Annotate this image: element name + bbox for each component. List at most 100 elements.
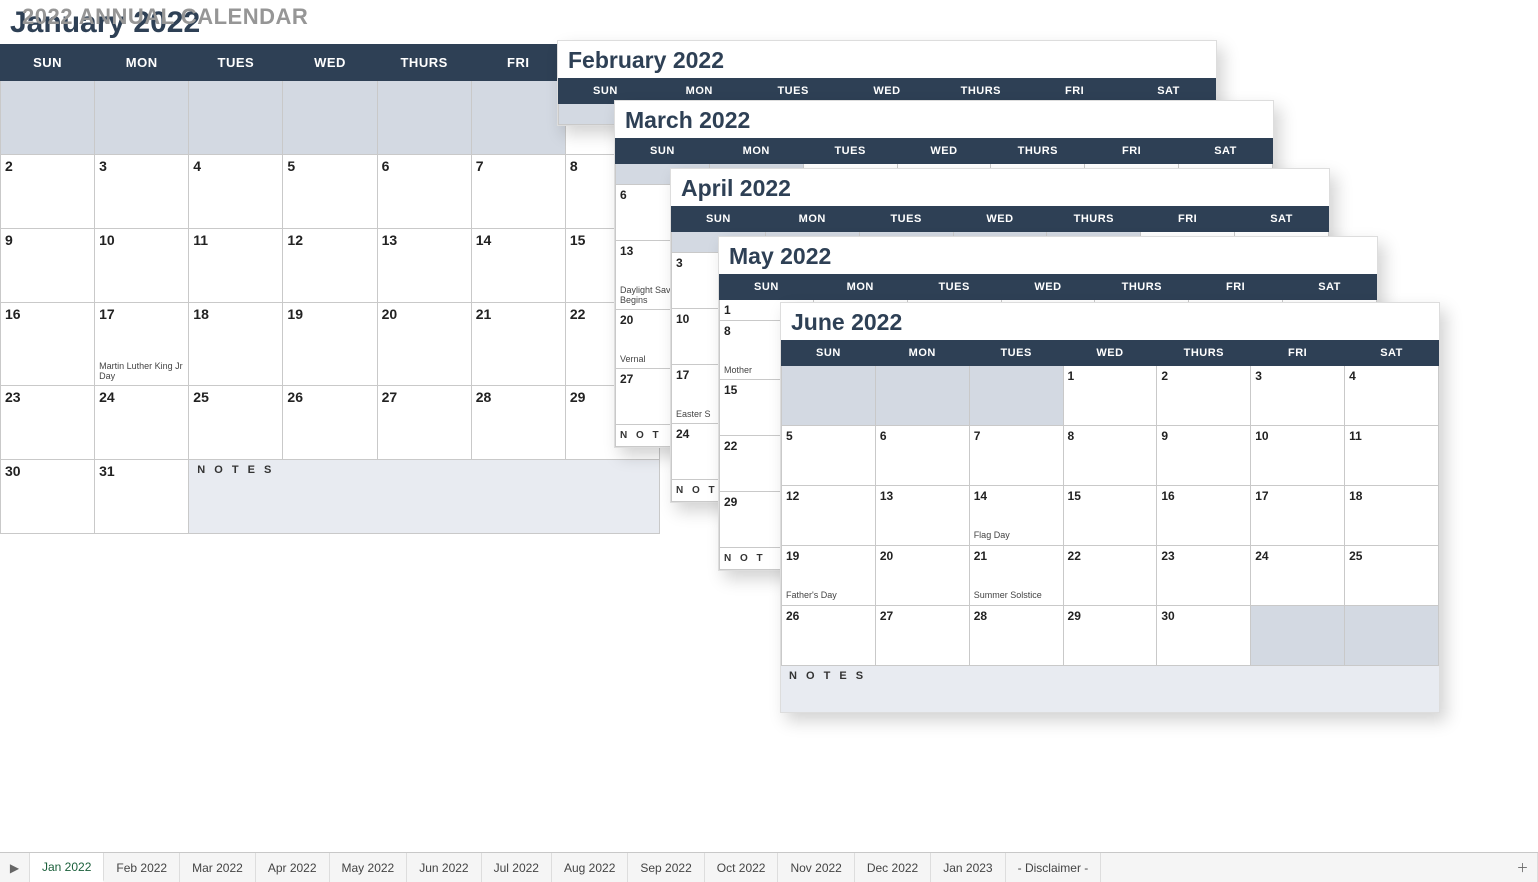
day-header: MON bbox=[765, 207, 859, 232]
calendar-cell: 17Martin Luther King Jr Day bbox=[95, 303, 189, 386]
calendar-cell: 26 bbox=[782, 606, 876, 666]
calendar-cell: 6 bbox=[875, 426, 969, 486]
calendar-cell: 13 bbox=[377, 229, 471, 303]
scroll-sheets-icon[interactable]: ▶ bbox=[0, 853, 30, 882]
day-header: WED bbox=[1001, 275, 1095, 300]
sheet-tab[interactable]: Jul 2022 bbox=[482, 853, 552, 882]
day-header: SUN bbox=[616, 139, 710, 164]
calendar-cell bbox=[471, 81, 565, 155]
calendar-cell: 10 bbox=[1251, 426, 1345, 486]
calendar-cell: 26 bbox=[283, 385, 377, 459]
sheet-tab[interactable]: Sep 2022 bbox=[628, 853, 704, 882]
calendar-cell: 12 bbox=[283, 229, 377, 303]
annual-title: 2022 ANNUAL CALENDAR bbox=[22, 4, 308, 30]
sheet-tab[interactable]: Mar 2022 bbox=[180, 853, 256, 882]
calendar-cell: 9 bbox=[1, 229, 95, 303]
calendar-cell bbox=[875, 366, 969, 426]
calendar-cell: 25 bbox=[189, 385, 283, 459]
calendar-cell: 16 bbox=[1, 303, 95, 386]
day-header: THURS bbox=[1047, 207, 1141, 232]
calendar-cell: 2 bbox=[1, 155, 95, 229]
calendar-cell bbox=[1345, 606, 1439, 666]
sheet-tab[interactable]: Aug 2022 bbox=[552, 853, 628, 882]
sheet-tab[interactable]: Feb 2022 bbox=[104, 853, 180, 882]
calendar-cell: 6 bbox=[377, 155, 471, 229]
calendar-cell: 22 bbox=[1063, 546, 1157, 606]
day-header: MON bbox=[95, 45, 189, 81]
day-header: MON bbox=[813, 275, 907, 300]
day-header: TUES bbox=[969, 341, 1063, 366]
sheet-tab[interactable]: May 2022 bbox=[330, 853, 408, 882]
calendar-cell: 23 bbox=[1, 385, 95, 459]
day-header: SAT bbox=[1345, 341, 1439, 366]
calendar-cell: 20 bbox=[377, 303, 471, 386]
calendar-cell: 30 bbox=[1, 459, 95, 533]
calendar-cell: 21Summer Solstice bbox=[969, 546, 1063, 606]
calendar-cell: 14Flag Day bbox=[969, 486, 1063, 546]
calendar-cell: 9 bbox=[1157, 426, 1251, 486]
month-title-february: February 2022 bbox=[558, 41, 1216, 78]
add-sheet-button[interactable]: ＋ bbox=[1508, 853, 1538, 882]
calendar-cell: 16 bbox=[1157, 486, 1251, 546]
calendar-cell: 21 bbox=[471, 303, 565, 386]
month-title-march: March 2022 bbox=[615, 101, 1273, 138]
calendar-cell: 4 bbox=[189, 155, 283, 229]
day-header: FRI bbox=[471, 45, 565, 81]
sheet-tab[interactable]: Jan 2023 bbox=[931, 853, 1005, 882]
day-header: THURS bbox=[1157, 341, 1251, 366]
calendar-cell: 7 bbox=[471, 155, 565, 229]
calendar-cell: 28 bbox=[471, 385, 565, 459]
calendar-cell bbox=[95, 81, 189, 155]
calendar-cell: 17 bbox=[1251, 486, 1345, 546]
calendar-cell: 24 bbox=[1251, 546, 1345, 606]
calendar-cell bbox=[189, 81, 283, 155]
calendar-cell bbox=[1251, 606, 1345, 666]
day-header: TUES bbox=[907, 275, 1001, 300]
calendar-cell: 30 bbox=[1157, 606, 1251, 666]
calendar-cell: 3 bbox=[1251, 366, 1345, 426]
sheet-tab[interactable]: Jun 2022 bbox=[407, 853, 481, 882]
calendar-cell bbox=[1, 81, 95, 155]
day-header: SUN bbox=[1, 45, 95, 81]
sheet-tab[interactable]: Nov 2022 bbox=[778, 853, 854, 882]
sheet-tab[interactable]: Oct 2022 bbox=[705, 853, 779, 882]
calendar-cell bbox=[283, 81, 377, 155]
sheet-tab[interactable]: Apr 2022 bbox=[256, 853, 330, 882]
sheet-tab[interactable]: Dec 2022 bbox=[855, 853, 931, 882]
day-header: WED bbox=[953, 207, 1047, 232]
day-header: FRI bbox=[1085, 139, 1179, 164]
calendar-cell: 14 bbox=[471, 229, 565, 303]
day-header: TUES bbox=[859, 207, 953, 232]
calendar-cell: 2 bbox=[1157, 366, 1251, 426]
calendar-cell: 10 bbox=[95, 229, 189, 303]
calendar-cell: 19Father's Day bbox=[782, 546, 876, 606]
calendar-cell: 23 bbox=[1157, 546, 1251, 606]
day-header: SUN bbox=[672, 207, 766, 232]
day-header: THURS bbox=[377, 45, 471, 81]
calendar-cell: 12 bbox=[782, 486, 876, 546]
sheet-tabs: Jan 2022Feb 2022Mar 2022Apr 2022May 2022… bbox=[30, 853, 1508, 882]
day-header: SAT bbox=[1179, 139, 1273, 164]
month-title-april: April 2022 bbox=[671, 169, 1329, 206]
calendar-june: June 2022 SUNMONTUESWEDTHURSFRISAT 12345… bbox=[780, 302, 1440, 713]
day-header: SAT bbox=[1283, 275, 1377, 300]
month-title-june: June 2022 bbox=[781, 303, 1439, 340]
day-header: WED bbox=[897, 139, 991, 164]
sheet-tab[interactable]: Jan 2022 bbox=[30, 853, 104, 882]
day-header: SAT bbox=[1235, 207, 1329, 232]
calendar-cell: 31 bbox=[95, 459, 189, 533]
calendar-cell bbox=[782, 366, 876, 426]
calendar-cell: 27 bbox=[875, 606, 969, 666]
day-header: MON bbox=[709, 139, 803, 164]
calendar-cell: 11 bbox=[1345, 426, 1439, 486]
day-header: TUES bbox=[803, 139, 897, 164]
sheet-tab[interactable]: - Disclaimer - bbox=[1006, 853, 1102, 882]
calendar-cell: 24 bbox=[95, 385, 189, 459]
calendar-cell: 11 bbox=[189, 229, 283, 303]
month-title-may: May 2022 bbox=[719, 237, 1377, 274]
calendar-cell: 28 bbox=[969, 606, 1063, 666]
calendar-cell bbox=[969, 366, 1063, 426]
calendar-grid-june: SUNMONTUESWEDTHURSFRISAT 123456789101112… bbox=[781, 340, 1439, 666]
day-header: FRI bbox=[1251, 341, 1345, 366]
calendar-cell: 19 bbox=[283, 303, 377, 386]
